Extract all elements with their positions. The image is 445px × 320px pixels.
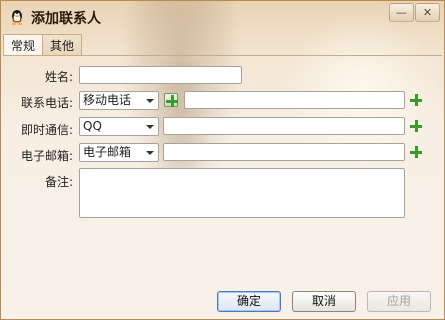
- cancel-button[interactable]: 取消: [292, 291, 356, 312]
- add-im-icon[interactable]: [410, 120, 422, 132]
- im-type-select[interactable]: QQ: [79, 117, 159, 136]
- phone-label: 联系电话:: [20, 96, 73, 110]
- plus-icon: [166, 95, 178, 107]
- tab-strip: 常规 其他: [3, 34, 83, 56]
- im-label: 即时通信:: [20, 123, 73, 137]
- im-account-input[interactable]: [163, 117, 405, 135]
- window-title: 添加联系人: [31, 11, 101, 27]
- chevron-down-icon: [146, 99, 154, 103]
- minimize-icon: —: [396, 6, 407, 19]
- email-label: 电子邮箱:: [20, 149, 73, 163]
- chevron-down-icon: [146, 125, 154, 129]
- close-button[interactable]: ✕: [415, 3, 440, 22]
- add-email-icon[interactable]: [410, 146, 422, 158]
- close-icon: ✕: [422, 6, 433, 19]
- ok-button[interactable]: 确定: [217, 291, 281, 312]
- apply-button: 应用: [367, 291, 431, 312]
- email-type-select[interactable]: 电子邮箱: [79, 143, 159, 162]
- minimize-button[interactable]: —: [389, 3, 414, 22]
- email-type-value: 电子邮箱: [83, 145, 132, 159]
- phone-type-value: 移动电话: [83, 93, 132, 107]
- name-label: 姓名:: [44, 70, 73, 84]
- note-label: 备注:: [44, 175, 73, 189]
- im-type-value: QQ: [83, 119, 102, 133]
- name-input[interactable]: [79, 66, 242, 84]
- tab-other[interactable]: 其他: [43, 34, 83, 56]
- email-address-input[interactable]: [163, 143, 405, 161]
- add-phone-icon[interactable]: [410, 94, 422, 106]
- add-phone-field-button[interactable]: [164, 93, 178, 107]
- qq-penguin-icon: [11, 10, 23, 25]
- title-bar: 添加联系人 — ✕: [1, 1, 444, 33]
- phone-number-input[interactable]: [184, 91, 405, 109]
- tab-general[interactable]: 常规: [3, 34, 44, 56]
- phone-type-select[interactable]: 移动电话: [79, 91, 159, 110]
- add-contact-dialog: 添加联系人 — ✕ 常规 其他 姓名: 联系电话: 移动电话 即时通信: QQ …: [0, 0, 445, 320]
- chevron-down-icon: [146, 151, 154, 155]
- note-textarea[interactable]: [79, 168, 405, 218]
- window-controls: — ✕: [388, 3, 440, 22]
